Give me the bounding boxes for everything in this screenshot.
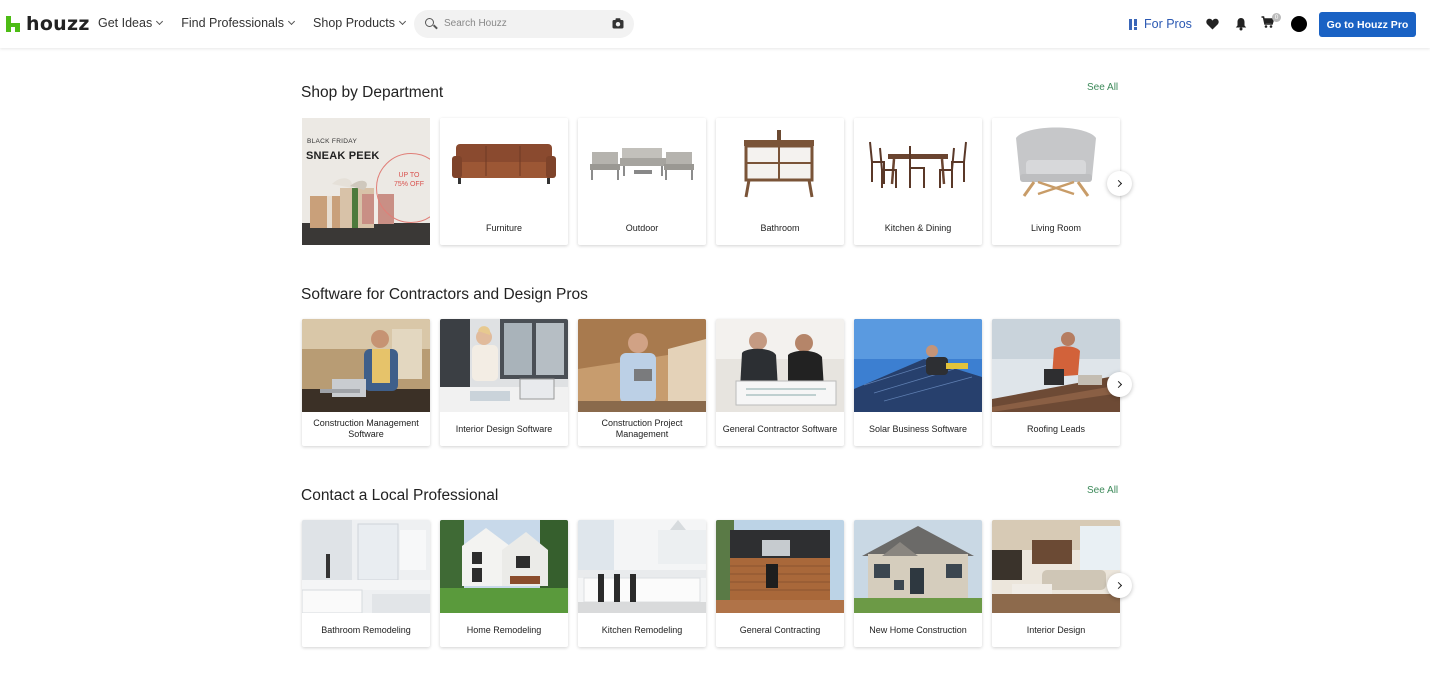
shop-department-next-arrow[interactable] [1107, 171, 1132, 196]
software-next-arrow[interactable] [1107, 372, 1132, 397]
software-card-general-contractor[interactable]: General Contractor Software [716, 319, 844, 446]
local-pro-next-arrow[interactable] [1107, 573, 1132, 598]
software-card-construction-management[interactable]: Construction Management Software [302, 319, 430, 446]
chevron-down-icon [398, 17, 407, 26]
bathroom-image [302, 520, 430, 613]
search-bar [414, 10, 634, 38]
shop-by-department-see-all-link[interactable]: See All [1087, 82, 1118, 93]
software-card-construction-project-management[interactable]: Construction Project Management [578, 319, 706, 446]
department-card-label: Bathroom [760, 222, 800, 233]
nav-get-ideas-label: Get Ideas [98, 16, 153, 30]
chevron-right-icon [1114, 380, 1123, 389]
chevron-right-icon [1114, 179, 1123, 188]
bell-icon[interactable] [1235, 17, 1247, 31]
pro-card-label: Interior Design [1026, 624, 1086, 635]
software-card-label: Solar Business Software [868, 423, 968, 434]
department-card-living-room[interactable]: Living Room [992, 118, 1120, 245]
department-card-label: Living Room [1030, 222, 1082, 233]
pro-card-label: Bathroom Remodeling [321, 624, 411, 635]
search-input[interactable] [444, 18, 594, 29]
promo-75-off-text: 75% OFF [394, 181, 424, 188]
shop-by-department-title: Shop by Department [301, 84, 444, 101]
sofa-image [440, 118, 568, 211]
contractor-laptop-image [302, 319, 430, 412]
department-card-furniture[interactable]: Furniture [440, 118, 568, 245]
houzz-pro-icon [1129, 18, 1138, 30]
wood-house-facade-image [716, 520, 844, 613]
dining-set-image [854, 118, 982, 211]
nav-shop-products-label: Shop Products [313, 16, 396, 30]
department-card-label: Furniture [485, 222, 522, 233]
project-manager-tablet-image [578, 319, 706, 412]
software-card-label: Roofing Leads [1026, 423, 1086, 434]
contractors-reviewing-plans-image [716, 319, 844, 412]
chevron-right-icon [1114, 581, 1123, 590]
chevron-down-icon [156, 17, 164, 26]
software-card-label: General Contractor Software [722, 423, 838, 434]
armchair-image [992, 118, 1120, 211]
department-card-kitchen-dining[interactable]: Kitchen & Dining [854, 118, 982, 245]
roofer-image [992, 319, 1120, 412]
modern-house-image [440, 520, 568, 613]
black-friday-promo-card[interactable]: BLACK FRIDAY SNEAK PEEK UP TO 75% OFF [302, 118, 430, 245]
department-card-label: Outdoor [625, 222, 659, 233]
pro-card-label: General Contracting [739, 624, 821, 635]
solar-installer-image [854, 319, 982, 412]
cart-count-badge: 0 [1272, 13, 1281, 22]
promo-black-friday-text: BLACK FRIDAY [307, 138, 358, 145]
top-navigation-bar: houzz Get Ideas Find Professionals Shop … [0, 0, 1430, 48]
vanity-image [716, 118, 844, 211]
white-kitchen-image [578, 520, 706, 613]
chevron-down-icon [287, 17, 296, 26]
department-card-label: Kitchen & Dining [884, 222, 952, 233]
pro-card-new-home-construction[interactable]: New Home Construction [854, 520, 982, 647]
for-pros-label: For Pros [1144, 17, 1192, 31]
for-pros-link[interactable]: For Pros [1129, 17, 1192, 31]
pro-card-label: Home Remodeling [466, 624, 542, 635]
craftsman-house-image [854, 520, 982, 613]
nav-find-professionals[interactable]: Find Professionals [181, 16, 296, 30]
main-nav: Get Ideas Find Professionals Shop Produc… [98, 16, 424, 30]
local-professional-see-all-link[interactable]: See All [1087, 485, 1118, 496]
pro-card-home-remodeling[interactable]: Home Remodeling [440, 520, 568, 647]
pro-card-bathroom-remodeling[interactable]: Bathroom Remodeling [302, 520, 430, 647]
nav-shop-products[interactable]: Shop Products [313, 16, 407, 30]
local-professional-title: Contact a Local Professional [301, 487, 499, 504]
user-avatar[interactable] [1291, 16, 1307, 32]
promo-sneak-peek-text: SNEAK PEEK [306, 150, 380, 162]
living-room-image [992, 520, 1120, 613]
houzz-logo[interactable]: houzz [6, 13, 90, 35]
promo-up-to-text: UP TO [398, 172, 420, 179]
nav-get-ideas[interactable]: Get Ideas [98, 16, 164, 30]
designer-desk-image [440, 319, 568, 412]
pro-card-kitchen-remodeling[interactable]: Kitchen Remodeling [578, 520, 706, 647]
software-card-solar-business[interactable]: Solar Business Software [854, 319, 982, 446]
houzz-logo-text: houzz [26, 13, 90, 35]
cart-button[interactable]: 0 [1261, 13, 1281, 34]
department-card-bathroom[interactable]: Bathroom [716, 118, 844, 245]
software-card-label: Construction Management Software [313, 418, 419, 439]
search-icon [425, 18, 434, 27]
camera-search-icon[interactable] [612, 18, 624, 29]
pro-card-label: Kitchen Remodeling [601, 624, 683, 635]
software-section-title: Software for Contractors and Design Pros [301, 286, 588, 303]
pro-card-general-contracting[interactable]: General Contracting [716, 520, 844, 647]
software-card-label: Interior Design Software [455, 423, 553, 434]
houzz-logo-mark-icon [6, 16, 20, 32]
software-card-label: Construction Project Management [601, 418, 683, 439]
pro-card-interior-design[interactable]: Interior Design [992, 520, 1120, 647]
go-to-houzz-pro-button[interactable]: Go to Houzz Pro [1319, 12, 1416, 37]
promo-discount-text: UP TO 75% OFF [390, 171, 428, 189]
patio-set-image [578, 118, 706, 211]
nav-find-professionals-label: Find Professionals [181, 16, 285, 30]
software-card-interior-design[interactable]: Interior Design Software [440, 319, 568, 446]
software-card-roofing-leads[interactable]: Roofing Leads [992, 319, 1120, 446]
heart-icon[interactable] [1206, 18, 1219, 30]
department-card-outdoor[interactable]: Outdoor [578, 118, 706, 245]
pro-card-label: New Home Construction [869, 624, 967, 635]
